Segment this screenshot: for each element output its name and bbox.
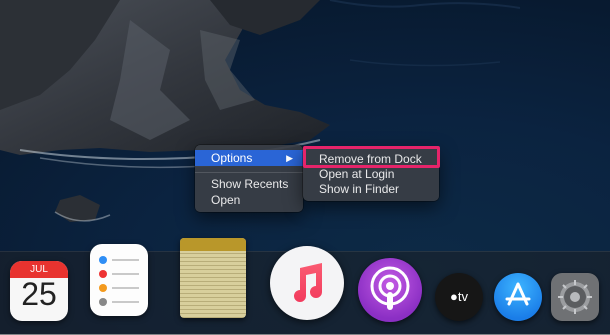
podcast-glyph bbox=[370, 266, 410, 310]
submenu-arrow-icon: ▶ bbox=[286, 153, 293, 163]
reminder-line bbox=[112, 287, 139, 289]
apple-tv-label: tv bbox=[457, 289, 468, 304]
reminder-line bbox=[112, 301, 139, 303]
reminder-line bbox=[112, 259, 139, 261]
dock-context-menu: Options ▶ Show Recents Open bbox=[195, 145, 303, 212]
reminder-dot-red bbox=[99, 270, 107, 278]
menu-item-open-label: Open bbox=[211, 193, 241, 207]
reminders-icon[interactable] bbox=[90, 244, 148, 316]
music-note-glyph bbox=[294, 263, 322, 302]
calendar-day: 25 bbox=[21, 276, 57, 312]
menu-item-open-at-login-label: Open at Login bbox=[319, 167, 395, 181]
menu-item-options-label: Options bbox=[211, 151, 253, 165]
calendar-icon[interactable]: JUL 25 bbox=[10, 261, 68, 321]
menu-item-open-at-login[interactable]: Open at Login bbox=[303, 166, 439, 182]
podcasts-icon[interactable] bbox=[358, 258, 422, 322]
gear-icon[interactable] bbox=[551, 273, 599, 321]
gear-glyph bbox=[558, 280, 592, 314]
app-store-glyph bbox=[505, 282, 531, 306]
apple-tv-icon[interactable]: ●tv bbox=[435, 273, 483, 321]
menu-item-show-in-finder[interactable]: Show in Finder bbox=[303, 181, 439, 197]
app-store-icon[interactable] bbox=[494, 273, 542, 321]
music-icon[interactable] bbox=[270, 246, 344, 320]
reminder-dot-orange bbox=[99, 284, 107, 292]
notes-icon[interactable] bbox=[180, 238, 246, 318]
apple-logo-icon: ● bbox=[450, 289, 458, 304]
menu-item-show-recents[interactable]: Show Recents bbox=[195, 176, 303, 192]
menu-item-options[interactable]: Options ▶ bbox=[195, 150, 303, 166]
reminder-dot-blue bbox=[99, 256, 107, 264]
menu-separator bbox=[195, 172, 303, 173]
annotation-highlight-box bbox=[303, 146, 440, 168]
menu-item-open[interactable]: Open bbox=[195, 192, 303, 208]
reminder-dot-gray bbox=[99, 298, 107, 306]
menu-item-show-in-finder-label: Show in Finder bbox=[319, 182, 400, 196]
notes-header-strip bbox=[180, 238, 246, 251]
menu-item-show-recents-label: Show Recents bbox=[211, 177, 289, 191]
reminder-line bbox=[112, 273, 139, 275]
